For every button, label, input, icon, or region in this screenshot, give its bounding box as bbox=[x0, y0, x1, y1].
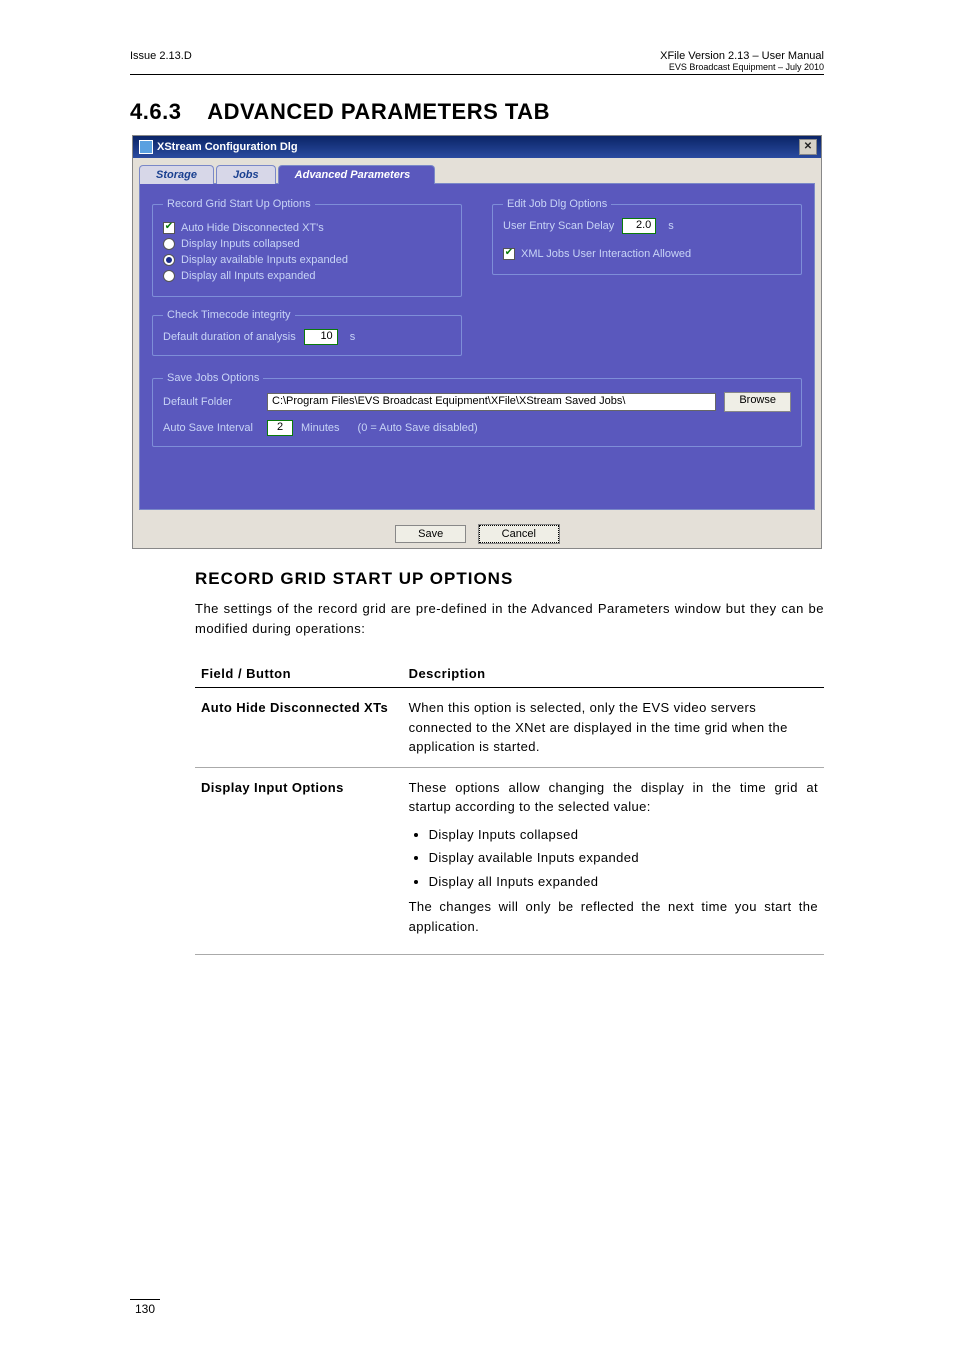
xstream-config-dialog: XStream Configuration Dlg ✕ Storage Jobs… bbox=[132, 135, 822, 549]
header-doc-sub: EVS Broadcast Equipment – July 2010 bbox=[660, 62, 824, 72]
app-icon bbox=[139, 140, 153, 154]
input-scan-delay[interactable]: 2.0 bbox=[622, 218, 656, 234]
section-heading: 4.6.3 ADVANCED PARAMETERS TAB bbox=[130, 99, 824, 125]
tab-storage[interactable]: Storage bbox=[139, 165, 214, 184]
label-inputs-collapsed: Display Inputs collapsed bbox=[181, 238, 300, 250]
input-auto-save-interval[interactable]: 2 bbox=[267, 420, 293, 436]
label-auto-save-interval: Auto Save Interval bbox=[163, 422, 259, 434]
unit-analysis-duration: s bbox=[350, 331, 356, 343]
cell-field-auto-hide: Auto Hide Disconnected XTs bbox=[195, 688, 403, 768]
tab-advanced-parameters[interactable]: Advanced Parameters bbox=[278, 165, 436, 184]
header-doc-title: XFile Version 2.13 – User Manual bbox=[660, 50, 824, 62]
col-description: Description bbox=[403, 656, 824, 688]
label-inputs-all-expanded: Display all Inputs expanded bbox=[181, 270, 316, 282]
tabstrip: Storage Jobs Advanced Parameters bbox=[139, 164, 815, 183]
col-field: Field / Button bbox=[195, 656, 403, 688]
list-item: Display available Inputs expanded bbox=[429, 848, 818, 868]
label-default-folder: Default Folder bbox=[163, 396, 259, 408]
table-row: Display Input Options These options allo… bbox=[195, 767, 824, 955]
section-title-text: ADVANCED PARAMETERS TAB bbox=[207, 99, 550, 124]
unit-auto-save-interval: Minutes bbox=[301, 422, 340, 434]
save-button[interactable]: Save bbox=[395, 525, 466, 543]
group-check-timecode: Check Timecode integrity Default duratio… bbox=[152, 309, 462, 356]
legend-record-grid: Record Grid Start Up Options bbox=[163, 198, 315, 210]
cancel-button[interactable]: Cancel bbox=[479, 525, 559, 543]
group-edit-job: Edit Job Dlg Options User Entry Scan Del… bbox=[492, 198, 802, 275]
section-number: 4.6.3 bbox=[130, 99, 181, 124]
list-item: Display all Inputs expanded bbox=[429, 872, 818, 892]
list-item: Display Inputs collapsed bbox=[429, 825, 818, 845]
input-default-folder[interactable]: C:\Program Files\EVS Broadcast Equipment… bbox=[267, 393, 716, 411]
field-description-table: Field / Button Description Auto Hide Dis… bbox=[195, 656, 824, 955]
input-analysis-duration[interactable]: 10 bbox=[304, 329, 338, 345]
dialog-footer: Save Cancel bbox=[133, 516, 821, 548]
radio-inputs-available-expanded[interactable] bbox=[163, 254, 175, 266]
page-number: 130 bbox=[130, 1299, 160, 1316]
group-save-jobs: Save Jobs Options Default Folder C:\Prog… bbox=[152, 372, 802, 447]
label-inputs-available-expanded: Display available Inputs expanded bbox=[181, 254, 348, 266]
checkbox-auto-hide-xt[interactable] bbox=[163, 222, 175, 234]
unit-scan-delay: s bbox=[668, 220, 674, 232]
hint-auto-save: (0 = Auto Save disabled) bbox=[358, 422, 478, 434]
desc-intro: These options allow changing the display… bbox=[409, 778, 818, 817]
dialog-titlebar: XStream Configuration Dlg ✕ bbox=[133, 136, 821, 158]
label-scan-delay: User Entry Scan Delay bbox=[503, 220, 614, 232]
close-button[interactable]: ✕ bbox=[799, 139, 817, 155]
label-xml-interaction: XML Jobs User Interaction Allowed bbox=[521, 248, 691, 260]
legend-check-timecode: Check Timecode integrity bbox=[163, 309, 295, 321]
table-row: Auto Hide Disconnected XTs When this opt… bbox=[195, 688, 824, 768]
label-auto-hide-xt: Auto Hide Disconnected XT's bbox=[181, 222, 324, 234]
desc-outro: The changes will only be reflected the n… bbox=[409, 897, 818, 936]
cell-desc-display-input: These options allow changing the display… bbox=[403, 767, 824, 955]
radio-inputs-collapsed[interactable] bbox=[163, 238, 175, 250]
group-record-grid-startup: Record Grid Start Up Options Auto Hide D… bbox=[152, 198, 462, 297]
label-analysis-duration: Default duration of analysis bbox=[163, 331, 296, 343]
subsection-heading: RECORD GRID START UP OPTIONS bbox=[195, 569, 824, 589]
cell-field-display-input: Display Input Options bbox=[195, 767, 403, 955]
header-issue: Issue 2.13.D bbox=[130, 50, 192, 62]
browse-button[interactable]: Browse bbox=[724, 392, 791, 412]
page-header: Issue 2.13.D XFile Version 2.13 – User M… bbox=[130, 50, 824, 75]
advanced-parameters-panel: Record Grid Start Up Options Auto Hide D… bbox=[139, 183, 815, 510]
radio-inputs-all-expanded[interactable] bbox=[163, 270, 175, 282]
checkbox-xml-interaction[interactable] bbox=[503, 248, 515, 260]
legend-save-jobs: Save Jobs Options bbox=[163, 372, 263, 384]
desc-bullet-list: Display Inputs collapsed Display availab… bbox=[415, 825, 818, 892]
legend-edit-job: Edit Job Dlg Options bbox=[503, 198, 611, 210]
cell-desc-auto-hide: When this option is selected, only the E… bbox=[403, 688, 824, 768]
intro-paragraph: The settings of the record grid are pre-… bbox=[195, 599, 824, 638]
dialog-title: XStream Configuration Dlg bbox=[157, 141, 298, 153]
tab-jobs[interactable]: Jobs bbox=[216, 165, 276, 184]
